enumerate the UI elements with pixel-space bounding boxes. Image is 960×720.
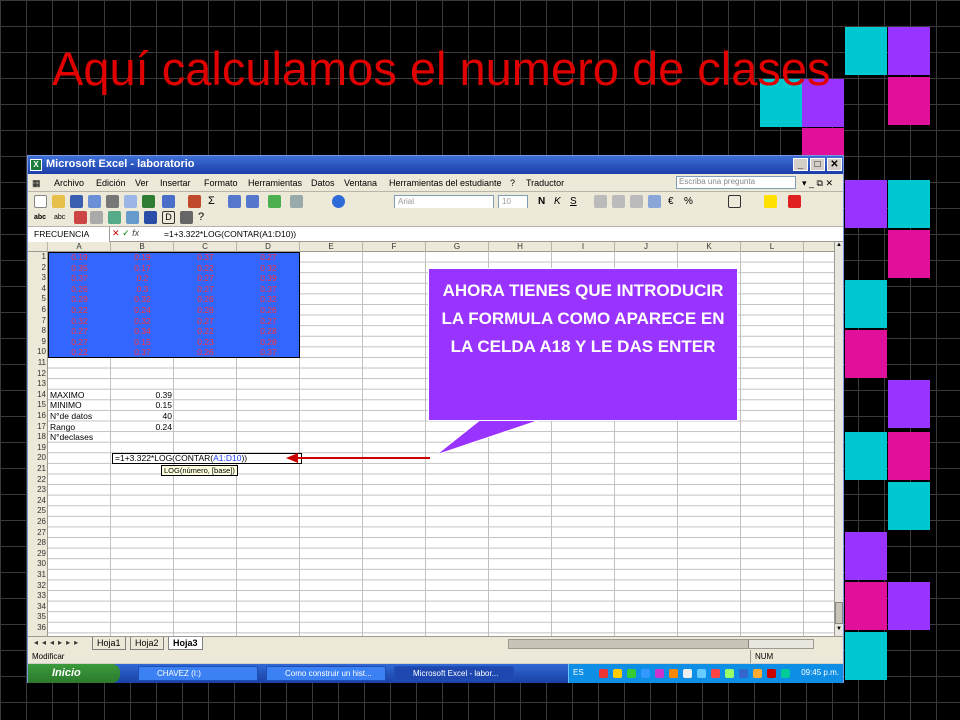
instruction-callout: AHORA TIENES QUE INTRODUCIR LA FORMULA C… xyxy=(428,268,738,421)
